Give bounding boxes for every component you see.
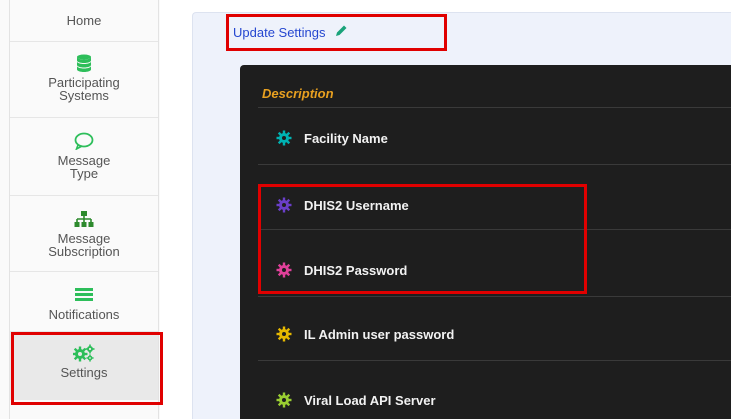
row-divider bbox=[258, 107, 731, 108]
sidebar-item-label: Home bbox=[66, 13, 102, 28]
row-label: Facility Name bbox=[304, 130, 388, 146]
row-divider bbox=[258, 296, 731, 297]
row-label: IL Admin user password bbox=[304, 326, 455, 342]
sitemap-icon bbox=[74, 210, 94, 228]
speech-bubble-icon bbox=[74, 132, 94, 150]
table-header-description: Description bbox=[262, 86, 334, 101]
sidebar-item-label: Notifications bbox=[48, 307, 120, 322]
highlight-box-dhis2 bbox=[258, 184, 587, 294]
table-row-viral-load-api-server[interactable]: Viral Load API Server bbox=[276, 392, 436, 408]
highlight-box-settings bbox=[11, 332, 163, 405]
row-divider bbox=[258, 164, 731, 165]
sidebar-item-notifications[interactable]: Notifications bbox=[10, 272, 158, 332]
list-icon bbox=[74, 286, 94, 304]
gear-icon bbox=[276, 130, 292, 146]
sidebar-item-label: Participating Systems bbox=[48, 75, 120, 103]
sidebar-item-label: Message Type bbox=[57, 153, 111, 181]
sidebar-item-home[interactable]: Home bbox=[10, 0, 158, 42]
sidebar-item-label: Message Subscription bbox=[48, 231, 120, 259]
sidebar-item-message-type[interactable]: Message Type bbox=[10, 118, 158, 196]
gear-icon bbox=[276, 326, 292, 342]
row-label: Viral Load API Server bbox=[304, 392, 436, 408]
table-row-il-admin-password[interactable]: IL Admin user password bbox=[276, 326, 454, 342]
database-icon bbox=[76, 54, 92, 72]
highlight-box-update bbox=[226, 14, 447, 51]
table-row-facility-name[interactable]: Facility Name bbox=[276, 130, 388, 146]
gear-icon bbox=[276, 392, 292, 408]
row-divider bbox=[258, 360, 731, 361]
sidebar-item-participating-systems[interactable]: Participating Systems bbox=[10, 42, 158, 118]
sidebar-item-message-subscription[interactable]: Message Subscription bbox=[10, 196, 158, 272]
